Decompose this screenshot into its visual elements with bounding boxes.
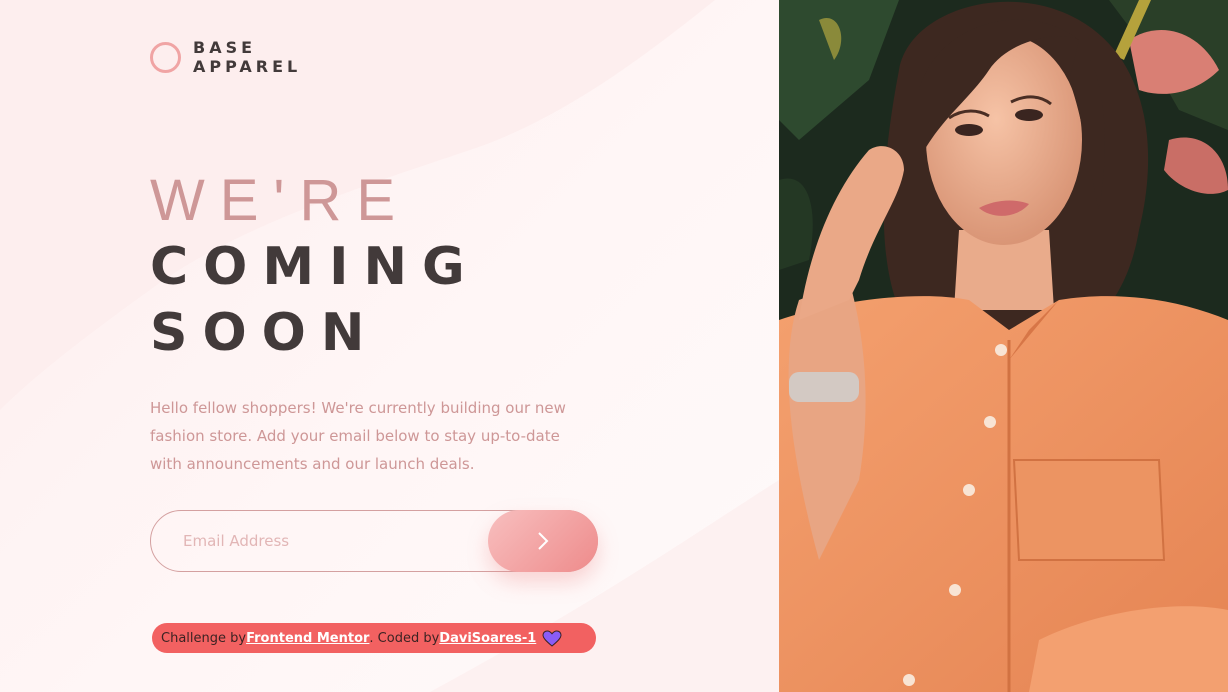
coming-soon-page: BASE APPAREL WE'RE COMING SOON Hello fel… xyxy=(0,0,1228,692)
headline-line-2: COMING xyxy=(150,237,480,297)
headline-line-3: SOON xyxy=(150,303,380,363)
submit-button[interactable] xyxy=(488,510,598,572)
intro-description: Hello fellow shoppers! We're currently b… xyxy=(150,399,566,473)
content-panel: BASE APPAREL WE'RE COMING SOON Hello fel… xyxy=(0,0,779,692)
attribution-middle: . Coded by xyxy=(369,630,440,646)
frontend-mentor-link[interactable]: Frontend Mentor xyxy=(246,631,369,646)
brand-line-1: BASE xyxy=(193,38,257,57)
brand-wordmark: BASE APPAREL xyxy=(193,38,301,76)
attribution-prefix: Challenge by xyxy=(161,630,247,646)
brand-logo[interactable]: BASE APPAREL xyxy=(150,38,301,76)
heart-icon xyxy=(542,629,562,647)
ring-logo-icon xyxy=(150,41,181,73)
author-link[interactable]: DaviSoares-1 xyxy=(439,631,536,646)
brand-line-2: APPAREL xyxy=(193,57,302,76)
page-headline: WE'RE COMING SOON xyxy=(150,168,480,366)
hero-image xyxy=(779,0,1228,692)
subscribe-form xyxy=(150,510,598,572)
attribution-bar: Challenge by Frontend Mentor . Coded by … xyxy=(152,623,596,653)
headline-line-1: WE'RE xyxy=(150,168,411,233)
hero-photo-woman-in-orange-shirt xyxy=(779,0,1228,692)
chevron-right-icon xyxy=(538,532,549,550)
